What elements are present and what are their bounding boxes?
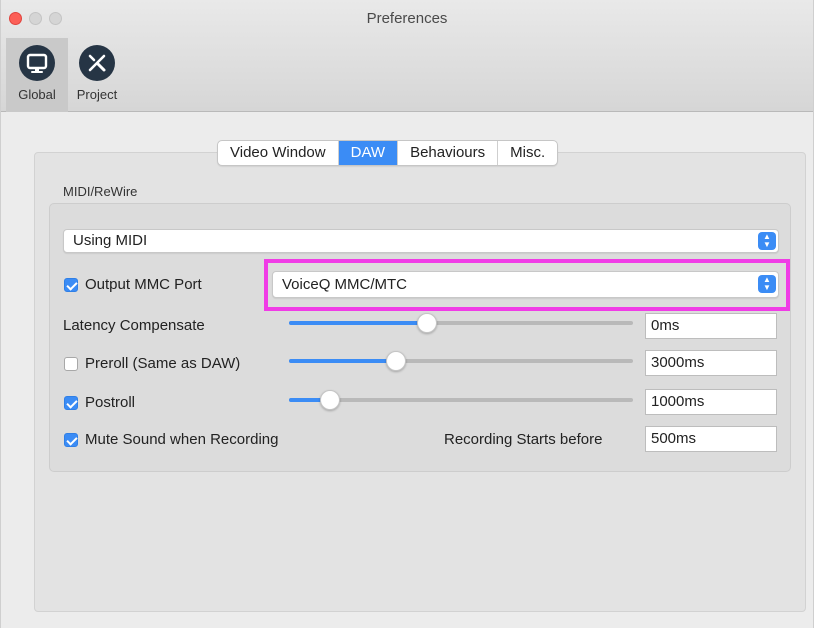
postroll-slider[interactable] — [289, 390, 633, 410]
tab-bar: Video Window DAW Behaviours Misc. — [217, 140, 559, 166]
preferences-window: Preferences Global Project Video Window … — [0, 0, 814, 628]
toolbar-item-project[interactable]: Project — [67, 38, 127, 112]
postroll-checkbox[interactable]: Postroll — [64, 394, 135, 411]
checkmark-icon — [64, 395, 78, 410]
title-bar: Preferences Global Project — [1, 0, 813, 112]
toolbar-item-label: Global — [18, 87, 56, 102]
tools-icon — [79, 45, 115, 81]
mute-sound-checkbox[interactable]: Mute Sound when Recording — [64, 431, 278, 448]
window-title: Preferences — [366, 10, 448, 27]
preroll-field[interactable]: 3000ms — [645, 350, 777, 376]
toolbar-item-global[interactable]: Global — [6, 38, 68, 112]
monitor-icon — [19, 45, 55, 81]
checkbox-box — [64, 356, 78, 371]
output-mmc-port-checkbox[interactable]: Output MMC Port — [64, 276, 202, 293]
preroll-slider[interactable] — [289, 351, 633, 371]
preroll-checkbox[interactable]: Preroll (Same as DAW) — [64, 355, 240, 372]
toolbar-item-label: Project — [76, 87, 118, 102]
slider-knob[interactable] — [416, 313, 437, 333]
midi-mode-select[interactable]: Using MIDI ▲ ▼ — [63, 229, 779, 253]
output-mmc-port-label: Output MMC Port — [85, 276, 202, 293]
tab-misc[interactable]: Misc. — [498, 141, 557, 165]
recording-starts-before-label: Recording Starts before — [444, 431, 603, 448]
slider-knob[interactable] — [320, 390, 341, 410]
group-label-midi-rewire: MIDI/ReWire — [63, 184, 138, 199]
midi-mode-value: Using MIDI — [73, 232, 148, 249]
slider-knob[interactable] — [385, 351, 406, 371]
checkmark-icon — [64, 277, 78, 292]
latency-compensate-label: Latency Compensate — [63, 317, 205, 334]
tab-video-window[interactable]: Video Window — [218, 141, 339, 165]
mute-sound-label: Mute Sound when Recording — [85, 431, 279, 448]
checkmark-icon — [64, 432, 78, 447]
recording-starts-before-field[interactable]: 500ms — [645, 426, 777, 452]
postroll-label: Postroll — [85, 394, 136, 411]
latency-compensate-slider[interactable] — [289, 313, 633, 333]
preroll-label: Preroll (Same as DAW) — [85, 355, 241, 372]
tab-behaviours[interactable]: Behaviours — [398, 141, 499, 165]
tab-daw[interactable]: DAW — [338, 141, 399, 165]
highlight-annotation — [264, 259, 790, 311]
postroll-field[interactable]: 1000ms — [645, 389, 777, 415]
latency-compensate-field[interactable]: 0ms — [645, 313, 777, 339]
chevron-updown-icon: ▲ ▼ — [758, 232, 776, 250]
